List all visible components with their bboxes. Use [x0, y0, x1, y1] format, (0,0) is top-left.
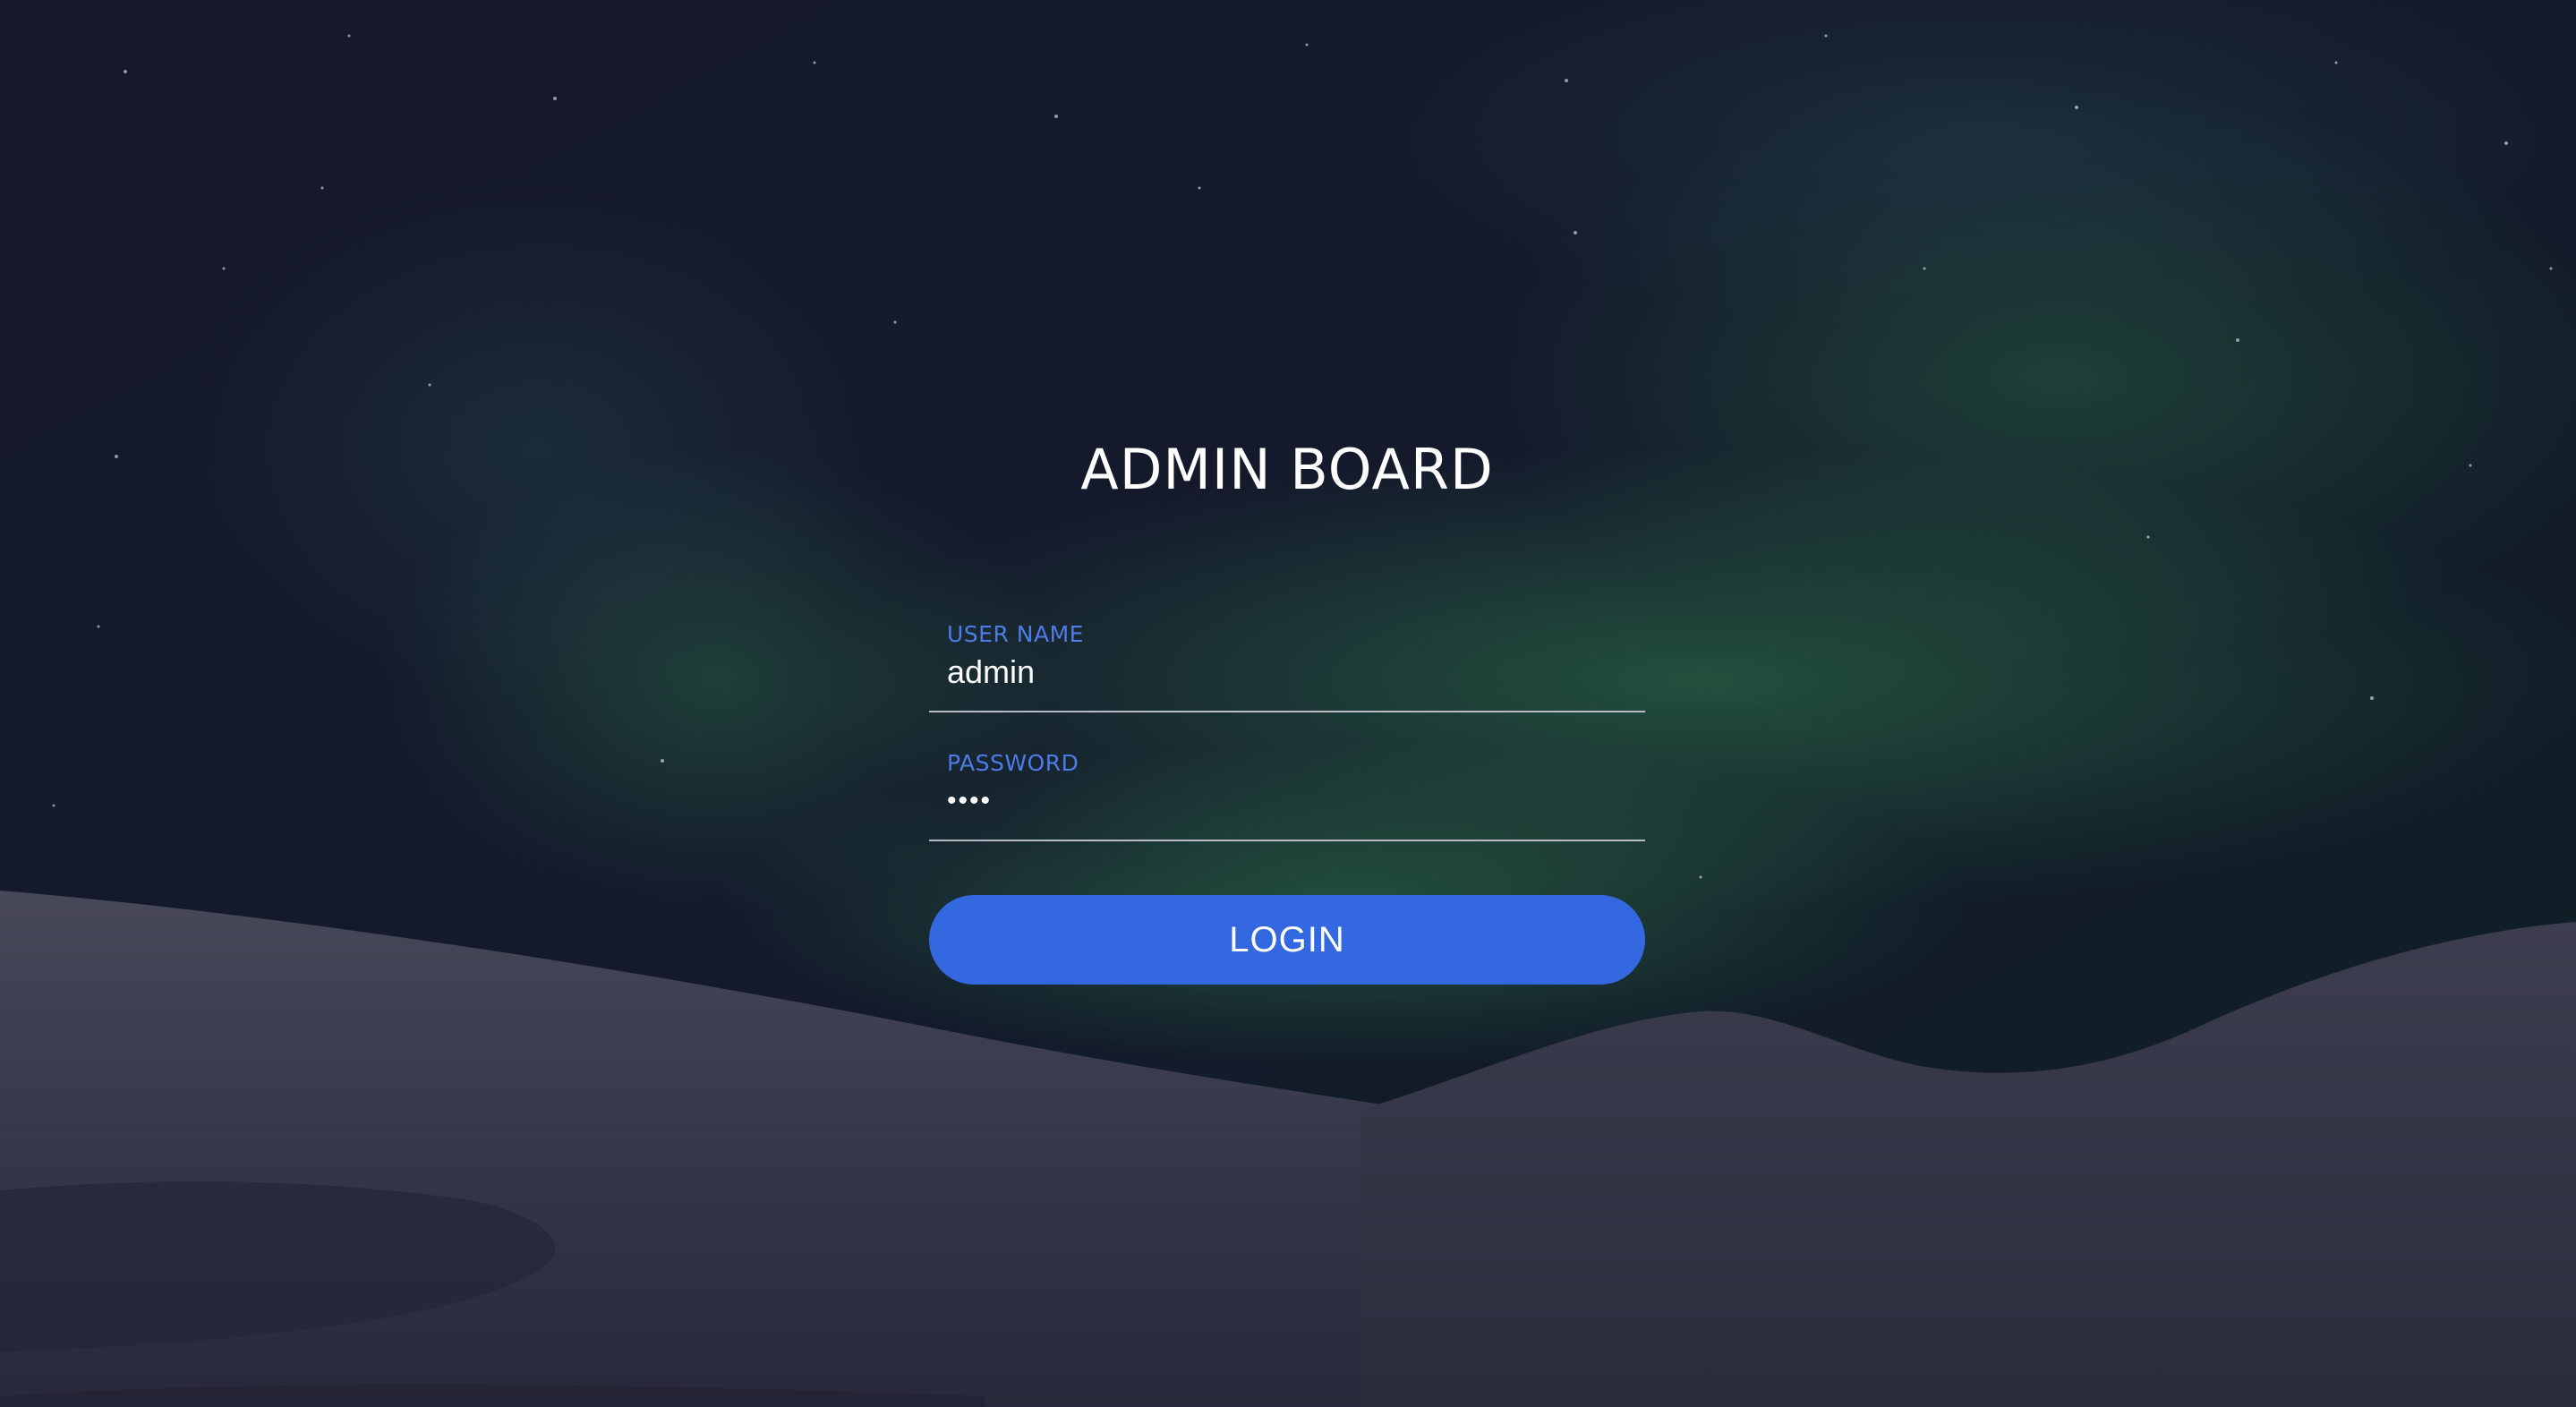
login-panel: ADMIN BOARD USER NAME PASSWORD LOGIN: [929, 421, 1645, 985]
password-label: PASSWORD: [947, 750, 1079, 776]
username-field: USER NAME: [929, 605, 1645, 712]
password-input[interactable]: [947, 779, 1627, 823]
username-input[interactable]: [947, 650, 1627, 695]
login-button[interactable]: LOGIN: [929, 895, 1645, 985]
page-title: ADMIN BOARD: [1080, 437, 1494, 502]
password-field: PASSWORD: [929, 734, 1645, 841]
username-label: USER NAME: [947, 621, 1084, 647]
